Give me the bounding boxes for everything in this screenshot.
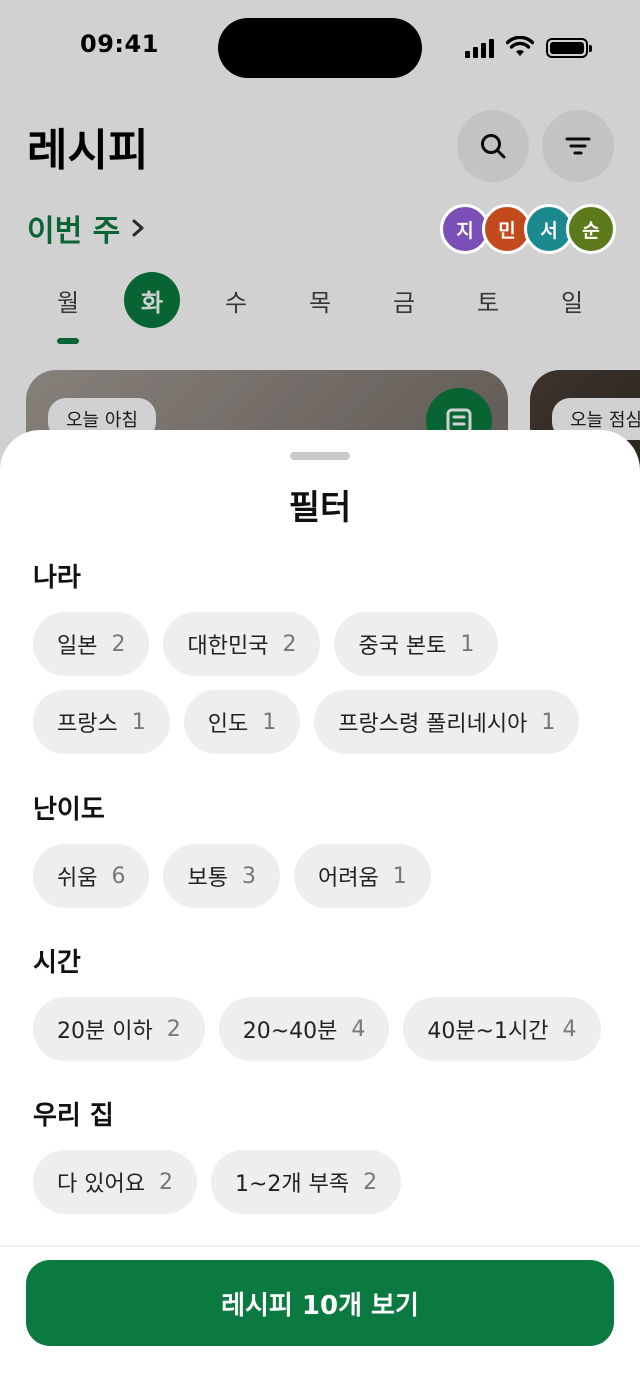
chip-count: 1: [392, 863, 407, 889]
sheet-drag-handle[interactable]: [290, 452, 350, 460]
chip-count: 1: [541, 709, 556, 735]
chip-label: 프랑스: [57, 712, 118, 737]
filter-chip[interactable]: 1~2개 부족 2: [210, 1150, 402, 1214]
chip-group: 일본 2 대한민국 2 중국 본토 1 프랑스 1 인도 1 프랑스령 폴리네시아 1: [33, 612, 613, 754]
filter-chip[interactable]: 대한민국 2: [163, 612, 321, 676]
chip-count: 1: [131, 709, 146, 735]
chip-group: 쉬움 6 보통 3 어려움 1: [33, 844, 613, 908]
sheet-title: 필터: [288, 488, 352, 528]
filter-chip[interactable]: 중국 본토 1: [334, 612, 499, 676]
chip-label: 20~40분: [242, 1019, 338, 1044]
filter-chip[interactable]: 20분 이하 2: [33, 997, 205, 1061]
chip-label: 다 있어요: [57, 1172, 145, 1197]
chip-count: 6: [111, 863, 126, 889]
chip-count: 2: [363, 1169, 378, 1195]
chip-count: 4: [351, 1016, 366, 1042]
section-title: 시간: [33, 948, 81, 978]
chip-label: 대한민국: [187, 634, 269, 659]
chip-count: 2: [158, 1169, 173, 1195]
chip-count: 2: [166, 1016, 181, 1042]
filter-chip[interactable]: 어려움 1: [293, 844, 431, 908]
filter-section-time: 시간 20분 이하 2 20~40분 4 40분~1시간 4: [33, 945, 613, 1061]
member-avatars[interactable]: 지민서순: [440, 204, 616, 254]
chip-count: 4: [562, 1016, 577, 1042]
chip-count: 2: [111, 631, 126, 657]
show-recipes-button[interactable]: 레시피 10개 보기: [26, 1260, 614, 1346]
section-title: 나라: [33, 563, 81, 593]
avatar[interactable]: 순: [566, 204, 616, 254]
filter-chip[interactable]: 보통 3: [163, 844, 280, 908]
filter-chip[interactable]: 다 있어요 2: [33, 1150, 197, 1214]
chip-count: 2: [282, 631, 297, 657]
chip-label: 인도: [207, 712, 249, 737]
chip-label: 어려움: [317, 866, 379, 891]
chip-label: 1~2개 부족: [234, 1172, 350, 1197]
chip-label: 프랑스령 폴리네시아: [338, 712, 528, 737]
filter-section-difficulty: 난이도 쉬움 6 보통 3 어려움 1: [33, 792, 613, 908]
filter-chip[interactable]: 40분~1시간 4: [403, 997, 601, 1061]
filter-chip[interactable]: 프랑스 1: [33, 690, 170, 754]
footer-divider: [0, 1245, 640, 1247]
filter-chip[interactable]: 프랑스령 폴리네시아 1: [314, 690, 580, 754]
section-title: 난이도: [33, 795, 105, 825]
chip-label: 40분~1시간: [427, 1019, 549, 1044]
chip-group: 20분 이하 2 20~40분 4 40분~1시간 4: [33, 997, 613, 1061]
section-title: 우리 집: [33, 1101, 114, 1131]
chip-label: 중국 본토: [358, 634, 447, 659]
chip-label: 보통: [187, 866, 228, 891]
filter-chip[interactable]: 인도 1: [183, 690, 301, 754]
filter-section-country: 나라 일본 2 대한민국 2 중국 본토 1 프랑스 1 인도 1 프랑스령 폴리네시아 1: [33, 560, 613, 754]
filter-chip[interactable]: 일본 2: [33, 612, 150, 676]
filter-chip[interactable]: 쉬움 6: [33, 844, 150, 908]
chip-group: 다 있어요 2 1~2개 부족 2: [33, 1150, 613, 1214]
chip-count: 1: [460, 631, 475, 657]
filter-sheet: 필터 나라 일본 2 대한민국 2 중국 본토 1 프랑스 1 인도 1 프랑스령 폴리네시아 1 난…: [0, 430, 640, 1388]
chip-label: 쉬움: [57, 866, 98, 891]
chip-count: 1: [262, 709, 277, 735]
filter-section-home: 우리 집 다 있어요 2 1~2개 부족 2: [33, 1098, 613, 1214]
chip-label: 일본: [57, 634, 98, 659]
filter-chip[interactable]: 20~40분 4: [218, 997, 390, 1061]
chip-label: 20분 이하: [57, 1019, 153, 1044]
chip-count: 3: [241, 863, 256, 889]
